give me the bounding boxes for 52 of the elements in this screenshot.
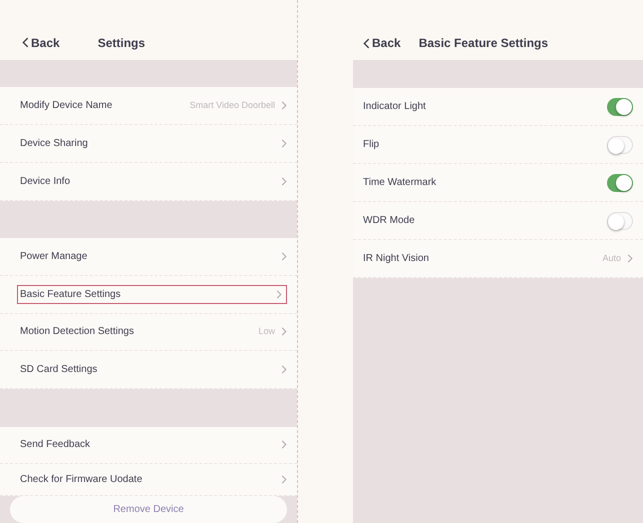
screen-title: Settings — [98, 34, 146, 52]
row-value: Auto — [602, 252, 621, 265]
row-label: IR Night Vision — [363, 252, 430, 266]
row-value: Low — [258, 325, 275, 338]
toggle-switch[interactable] — [607, 136, 633, 154]
settings-row[interactable]: SD Card Settings — [0, 351, 297, 389]
chevron-right-icon — [281, 475, 287, 484]
settings-row[interactable]: IR Night Vision Auto — [353, 240, 643, 278]
row-label: Flip — [363, 138, 380, 152]
settings-row[interactable]: Check for Firmware Uodate — [0, 464, 297, 496]
back-button[interactable]: Back — [22, 34, 60, 52]
toggle-switch[interactable] — [607, 98, 633, 116]
row-label: Basic Feature Settings — [20, 288, 122, 302]
settings-row[interactable]: Device Sharing — [0, 125, 297, 163]
row-value: Smart Video Doorbell — [190, 99, 275, 112]
toggle-switch[interactable] — [607, 174, 633, 192]
remove-device-button[interactable]: Remove Device — [10, 496, 287, 523]
settings-row[interactable]: WDR Mode — [353, 202, 643, 240]
row-label: Time Watermark — [363, 176, 438, 190]
row-label: Check for Firmware Uodate — [20, 473, 144, 488]
settings-row[interactable]: Send Feedback — [0, 426, 297, 464]
settings-row[interactable]: Indicator Light — [353, 88, 643, 126]
chevron-right-icon — [281, 327, 287, 336]
row-label: WDR Mode — [363, 214, 416, 228]
chevron-right-icon — [281, 139, 287, 148]
chevron-right-icon — [627, 254, 633, 263]
screen-title: Basic Feature Settings — [418, 35, 548, 52]
toggle-switch[interactable] — [607, 212, 633, 230]
settings-row[interactable]: Motion Detection Settings Low — [0, 314, 297, 352]
chevron-right-icon — [276, 290, 282, 299]
settings-row[interactable]: Power Manage — [0, 238, 297, 276]
chevron-right-icon — [281, 252, 287, 262]
chevron-right-icon — [281, 101, 287, 110]
row-label: Send Feedback — [20, 438, 92, 452]
settings-row[interactable]: Flip — [353, 126, 643, 164]
chevron-left-icon — [363, 38, 370, 48]
chevron-right-icon — [281, 440, 287, 450]
settings-row[interactable]: Time Watermark — [353, 164, 643, 202]
row-label: Motion Detection Settings — [20, 325, 135, 340]
settings-row[interactable]: Device Info — [0, 162, 297, 201]
settings-row[interactable]: Basic Feature Settings — [0, 276, 297, 314]
settings-row[interactable]: Modify Device Name Smart Video Doorbell — [0, 87, 297, 126]
back-button[interactable]: Back — [363, 34, 401, 52]
row-label: Indicator Light — [363, 100, 427, 114]
chevron-right-icon — [281, 176, 287, 186]
row-label: Device Info — [20, 174, 72, 189]
row-label: SD Card Settings — [20, 363, 98, 378]
row-label: Power Manage — [20, 250, 88, 264]
chevron-right-icon — [281, 365, 287, 374]
chevron-left-icon — [22, 37, 29, 48]
row-label: Modify Device Name — [20, 99, 114, 114]
row-label: Device Sharing — [20, 137, 89, 151]
